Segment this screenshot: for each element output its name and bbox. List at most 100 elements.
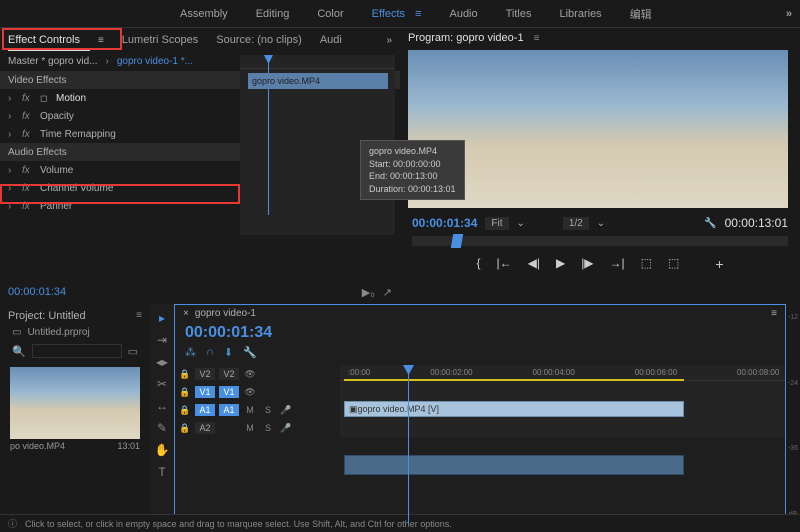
track-v2[interactable]: V2 bbox=[219, 368, 239, 380]
timeline-timecode[interactable]: 00:00:01:34 bbox=[175, 322, 785, 344]
mute-button[interactable]: M bbox=[243, 405, 257, 415]
fx-icon[interactable]: fx bbox=[22, 129, 34, 140]
tab-source[interactable]: Source: (no clips) bbox=[216, 34, 302, 46]
go-to-in-icon[interactable]: |← bbox=[496, 256, 511, 272]
work-area-bar[interactable] bbox=[344, 379, 684, 381]
solo-button[interactable]: S bbox=[261, 423, 275, 433]
track-v2-source[interactable]: V2 bbox=[195, 368, 215, 380]
ruler-label: 00:00:02:00 bbox=[430, 368, 472, 377]
overflow-icon[interactable]: » bbox=[786, 8, 792, 20]
tab-color[interactable]: Color bbox=[317, 8, 343, 20]
fx-icon[interactable]: fx bbox=[22, 165, 34, 176]
lock-icon[interactable]: 🔒 bbox=[179, 387, 191, 398]
tab-edit-cn[interactable]: 编辑 bbox=[630, 6, 652, 22]
media-thumbnail[interactable]: po video.MP4 13:01 bbox=[10, 367, 140, 453]
workspace-menu-icon[interactable]: ≡ bbox=[415, 8, 421, 20]
tab-program[interactable]: Program: gopro video-1 bbox=[408, 32, 524, 44]
export-frame-icon[interactable]: ⬚ bbox=[668, 256, 679, 272]
clip-tooltip: gopro video.MP4 Start: 00:00:00:00 End: … bbox=[360, 140, 465, 200]
selection-tool[interactable]: ▸ bbox=[154, 310, 170, 326]
search-input[interactable] bbox=[32, 344, 122, 358]
panel-menu-icon[interactable]: ≡ bbox=[136, 310, 142, 322]
track-a2[interactable]: A2 bbox=[195, 422, 215, 434]
transform-icon[interactable]: ◻ bbox=[40, 93, 50, 104]
settings-icon[interactable]: 🔧 bbox=[704, 218, 716, 229]
tab-lumetri-scopes[interactable]: Lumetri Scopes bbox=[122, 34, 198, 46]
video-clip[interactable]: ▣ gopro video.MP4 [V] bbox=[344, 401, 684, 417]
track-a1[interactable]: A1 bbox=[219, 404, 239, 416]
eye-icon[interactable]: 👁 bbox=[243, 387, 257, 398]
tab-editing[interactable]: Editing bbox=[256, 8, 290, 20]
play-icon[interactable]: ▶ bbox=[556, 256, 565, 272]
ripple-edit-tool[interactable]: ◂▸ bbox=[154, 354, 170, 370]
panel-menu-icon[interactable]: ≡ bbox=[534, 33, 540, 44]
expand-icon[interactable]: › bbox=[8, 111, 16, 122]
eye-icon[interactable]: 👁 bbox=[243, 369, 257, 380]
fx-icon[interactable]: fx bbox=[22, 111, 34, 122]
export-icon[interactable]: ↗ bbox=[383, 286, 392, 299]
lock-icon[interactable]: 🔒 bbox=[179, 405, 191, 416]
expand-icon[interactable]: › bbox=[8, 93, 16, 104]
chevron-down-icon[interactable]: ⌄ bbox=[597, 218, 605, 229]
lift-icon[interactable]: ⬚ bbox=[641, 256, 652, 272]
thumbnail-name: po video.MP4 bbox=[10, 441, 65, 451]
step-back-icon[interactable]: ◀| bbox=[528, 256, 540, 272]
sequence-tab[interactable]: gopro video-1 bbox=[195, 308, 256, 319]
slip-tool[interactable]: ↔ bbox=[154, 398, 170, 414]
search-icon[interactable]: 🔍 bbox=[12, 345, 26, 358]
razor-tool[interactable]: ✂ bbox=[154, 376, 170, 392]
tab-project[interactable]: Project: Untitled bbox=[8, 310, 86, 322]
lock-icon[interactable]: 🔒 bbox=[179, 369, 191, 380]
tab-audio[interactable]: Audio bbox=[449, 8, 477, 20]
record-icon[interactable]: 🎤 bbox=[279, 423, 293, 434]
expand-icon[interactable]: › bbox=[8, 129, 16, 140]
highlight-box-motion bbox=[0, 184, 240, 204]
expand-icon[interactable]: › bbox=[8, 165, 16, 176]
track-select-tool[interactable]: ⇥ bbox=[154, 332, 170, 348]
button-editor-icon[interactable]: + bbox=[715, 256, 723, 272]
tab-titles[interactable]: Titles bbox=[506, 8, 532, 20]
clip-name[interactable]: gopro video-1 *... bbox=[117, 56, 193, 67]
source-timecode[interactable]: 00:00:01:34 bbox=[8, 286, 66, 298]
panel-overflow-icon[interactable]: » bbox=[386, 35, 392, 46]
program-monitor[interactable] bbox=[408, 50, 788, 208]
mini-clip[interactable]: gopro video.MP4 bbox=[248, 73, 388, 89]
program-timecode[interactable]: 00:00:01:34 bbox=[412, 216, 477, 230]
track-a1-source[interactable]: A1 bbox=[195, 404, 215, 416]
pen-tool[interactable]: ✎ bbox=[154, 420, 170, 436]
mute-button[interactable]: M bbox=[243, 423, 257, 433]
meter-label: -24 bbox=[786, 380, 800, 387]
go-to-out-icon[interactable]: →| bbox=[610, 256, 625, 272]
status-text: Click to select, or click in empty space… bbox=[25, 519, 452, 529]
lock-icon[interactable]: 🔒 bbox=[179, 423, 191, 434]
audio-clip[interactable] bbox=[344, 455, 684, 475]
resolution-select[interactable]: 1/2 bbox=[563, 217, 589, 230]
track-v1-source[interactable]: V1 bbox=[195, 386, 215, 398]
chevron-down-icon[interactable]: ⌄ bbox=[517, 218, 525, 229]
tab-assembly[interactable]: Assembly bbox=[180, 8, 228, 20]
solo-button[interactable]: S bbox=[261, 405, 275, 415]
mark-in-icon[interactable]: { bbox=[476, 256, 480, 272]
tab-audio-panel[interactable]: Audi bbox=[320, 34, 342, 46]
play-only-icon[interactable]: ▶₀ bbox=[362, 286, 375, 299]
record-icon[interactable]: 🎤 bbox=[279, 405, 293, 416]
close-icon[interactable]: × bbox=[183, 308, 189, 319]
settings-icon[interactable]: 🔧 bbox=[243, 346, 257, 359]
track-v1[interactable]: V1 bbox=[219, 386, 239, 398]
scrubber-thumb[interactable] bbox=[451, 234, 463, 248]
timeline-playhead[interactable] bbox=[408, 365, 409, 525]
tooltip-end: End: 00:00:13:00 bbox=[369, 170, 456, 183]
hand-tool[interactable]: ✋ bbox=[154, 442, 170, 458]
tab-effects[interactable]: Effects bbox=[372, 8, 405, 20]
marker-icon[interactable]: ⬇ bbox=[224, 346, 233, 359]
snap-icon[interactable]: ⁂ bbox=[185, 346, 196, 359]
tab-libraries[interactable]: Libraries bbox=[560, 8, 602, 20]
program-scrubber[interactable] bbox=[412, 236, 788, 246]
linked-selection-icon[interactable]: ∩ bbox=[206, 346, 214, 359]
panel-menu-icon[interactable]: ≡ bbox=[771, 308, 777, 319]
list-view-icon[interactable]: ▭ bbox=[128, 345, 138, 358]
type-tool[interactable]: T bbox=[154, 464, 170, 480]
zoom-select[interactable]: Fit bbox=[485, 217, 508, 230]
step-forward-icon[interactable]: |▶ bbox=[581, 256, 593, 272]
fx-icon[interactable]: fx bbox=[22, 93, 34, 104]
